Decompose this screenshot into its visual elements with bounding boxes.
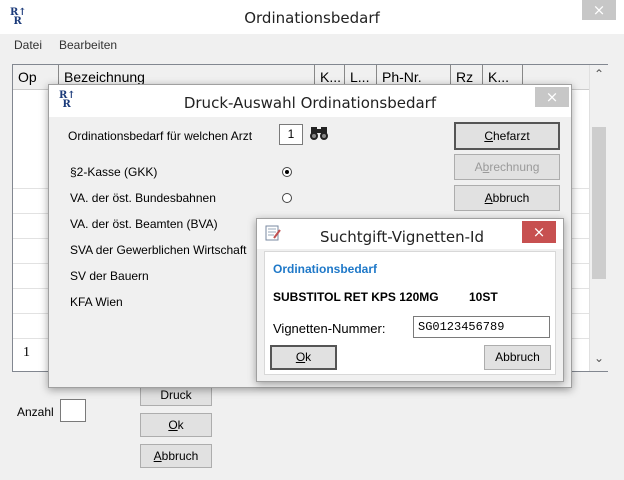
- ok-mnemonic: O: [168, 418, 178, 432]
- abrechnung-pre: A: [474, 160, 483, 174]
- radio-gkk[interactable]: [282, 167, 292, 177]
- vignette-abbruch-button[interactable]: Abbruch: [484, 345, 551, 370]
- ok-button[interactable]: Ok: [140, 413, 212, 437]
- scroll-up-icon[interactable]: ⌃: [590, 67, 608, 85]
- ok-rest: k: [177, 418, 184, 432]
- druck-titlebar: R↑ R Druck-Auswahl Ordinationsbedarf ×: [49, 85, 571, 117]
- arzt-input[interactable]: 1: [279, 124, 303, 145]
- option-label-kfa: KFA Wien: [70, 295, 123, 309]
- druck-close-button[interactable]: ×: [535, 87, 569, 107]
- vignette-quantity: 10ST: [469, 290, 498, 304]
- abbruch-mnemonic: A: [153, 449, 162, 463]
- vignette-ok-mnemonic: O: [295, 350, 306, 364]
- vignette-title: Suchtgift-Vignetten-Id: [320, 228, 484, 246]
- vignette-content: Ordinationsbedarf SUBSTITOL RET KPS 120M…: [264, 251, 556, 375]
- vignette-product: SUBSTITOL RET KPS 120MG: [273, 290, 439, 304]
- vignette-dialog: Suchtgift-Vignetten-Id × Ordinationsbeda…: [256, 218, 564, 382]
- druck-abbruch-mnemonic: A: [484, 191, 493, 205]
- vignette-nummer-label: Vignetten-Nummer:: [273, 321, 386, 336]
- druck-title: Druck-Auswahl Ordinationsbedarf: [183, 94, 437, 112]
- abbruch-button[interactable]: Abbruch: [140, 444, 212, 468]
- anzahl-label: Anzahl: [17, 405, 54, 419]
- abrechnung-button[interactable]: Abrechnung: [454, 154, 560, 180]
- druck-abbruch-button[interactable]: Abbruch: [454, 185, 560, 211]
- option-label-sva: SVA der Gewerblichen Wirtschaft: [70, 243, 247, 257]
- vignette-titlebar: Suchtgift-Vignetten-Id ×: [257, 219, 563, 249]
- scroll-down-icon[interactable]: ⌄: [590, 351, 608, 369]
- grid-cell-op[interactable]: 1: [23, 345, 30, 361]
- chefarzt-button[interactable]: Chefarzt: [454, 122, 560, 150]
- menu-datei[interactable]: Datei: [14, 38, 42, 52]
- vignette-ok-button[interactable]: Ok: [270, 345, 337, 370]
- scroll-thumb[interactable]: [592, 127, 606, 279]
- radio-bundesbahnen[interactable]: [282, 193, 292, 203]
- option-label-bva: VA. der öst. Beamten (BVA): [70, 217, 218, 231]
- druck-abbruch-rest: bbruch: [492, 191, 530, 205]
- anzahl-input[interactable]: [60, 399, 86, 422]
- abbruch-rest: bbruch: [161, 449, 199, 463]
- main-title: Ordinationsbedarf: [244, 9, 380, 27]
- menu-bearbeiten[interactable]: Bearbeiten: [59, 38, 117, 52]
- vignette-nummer-input[interactable]: SG0123456789: [413, 316, 550, 338]
- vignette-close-button[interactable]: ×: [522, 221, 556, 243]
- option-label-bauern: SV der Bauern: [70, 269, 149, 283]
- chefarzt-mnemonic: C: [484, 129, 493, 143]
- main-close-button[interactable]: ×: [582, 0, 616, 20]
- option-label-gkk: §2-Kasse (GKK): [70, 165, 158, 179]
- main-titlebar: R↑ R Ordinationsbedarf ×: [0, 0, 624, 34]
- chefarzt-rest: hefarzt: [492, 129, 530, 143]
- abrechnung-rest: rechnung: [489, 160, 540, 174]
- menubar: Datei Bearbeiten: [0, 35, 624, 55]
- binoculars-icon[interactable]: [309, 125, 329, 141]
- vignette-ok-rest: k: [305, 350, 312, 364]
- option-label-bundesbahnen: VA. der öst. Bundesbahnen: [70, 191, 216, 205]
- vignette-group-label: Ordinationsbedarf: [273, 262, 378, 276]
- grid-scrollbar[interactable]: ⌃ ⌄: [589, 65, 608, 371]
- arzt-label: Ordinationsbedarf für welchen Arzt: [68, 129, 253, 143]
